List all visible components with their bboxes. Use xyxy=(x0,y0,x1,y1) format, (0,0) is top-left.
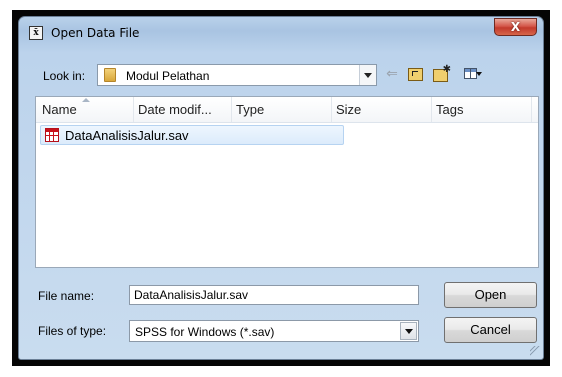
look-in-dropdown[interactable]: Modul Pelathan xyxy=(97,64,377,86)
up-folder-icon[interactable] xyxy=(406,65,424,83)
file-type-label: Files of type: xyxy=(38,324,107,338)
new-folder-icon[interactable]: ✱ xyxy=(429,64,451,83)
open-data-file-dialog: x̄ Open Data File X Look in: Modul Pelat… xyxy=(18,16,544,360)
window-title: Open Data File xyxy=(51,26,140,40)
open-button[interactable]: Open xyxy=(444,282,537,308)
file-name-label: File name: xyxy=(38,289,95,303)
cancel-button[interactable]: Cancel xyxy=(444,317,537,343)
view-menu-icon[interactable] xyxy=(456,65,484,83)
file-row[interactable]: DataAnalisisJalur.sav xyxy=(40,125,344,145)
look-in-value: Modul Pelathan xyxy=(126,69,210,83)
chevron-down-icon[interactable] xyxy=(359,65,376,85)
spss-app-icon: x̄ xyxy=(29,26,43,40)
spss-data-icon xyxy=(45,128,59,142)
look-in-label: Look in: xyxy=(43,69,86,83)
file-name-input[interactable] xyxy=(129,285,419,305)
back-arrow-icon[interactable]: ⇐ xyxy=(383,65,401,83)
file-name: DataAnalisisJalur.sav xyxy=(65,128,189,143)
resize-grip-icon[interactable] xyxy=(530,346,540,356)
column-header-type[interactable]: Type xyxy=(232,97,332,122)
file-type-value: SPSS for Windows (*.sav) xyxy=(135,325,275,339)
column-header-size[interactable]: Size xyxy=(332,97,432,122)
chevron-down-icon[interactable] xyxy=(400,322,417,340)
file-list[interactable]: Name Date modif... Type Size Tags DataAn… xyxy=(35,96,539,268)
file-type-dropdown[interactable]: SPSS for Windows (*.sav) xyxy=(129,320,419,342)
folder-icon xyxy=(104,68,116,82)
column-header-date-modified[interactable]: Date modif... xyxy=(134,97,232,122)
column-header-tags[interactable]: Tags xyxy=(432,97,532,122)
column-headers: Name Date modif... Type Size Tags xyxy=(36,97,538,123)
column-header-name[interactable]: Name xyxy=(36,97,134,122)
sort-ascending-icon xyxy=(82,98,90,102)
close-button[interactable]: X xyxy=(494,18,537,36)
title-bar[interactable]: x̄ Open Data File X xyxy=(19,17,543,47)
